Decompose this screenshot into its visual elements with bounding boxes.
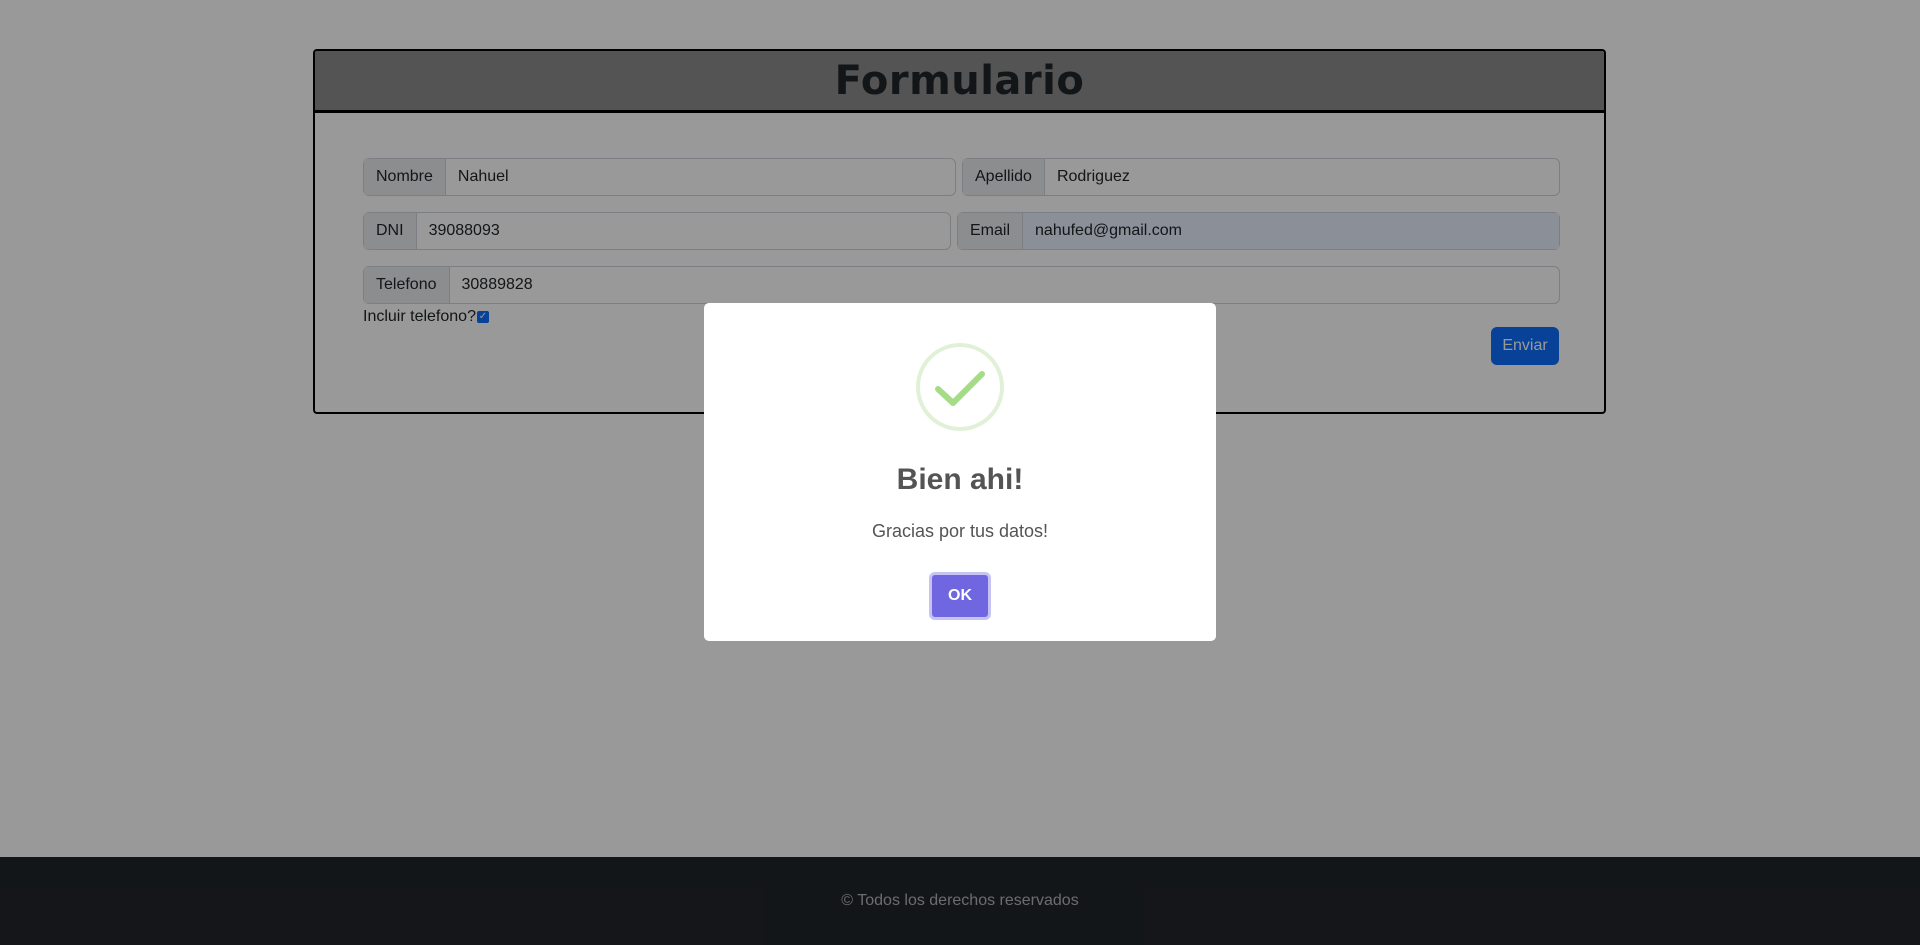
success-modal: Bien ahi! Gracias por tus datos! OK — [704, 303, 1216, 641]
ok-button[interactable]: OK — [929, 572, 991, 620]
modal-backdrop[interactable]: Bien ahi! Gracias por tus datos! OK — [0, 0, 1920, 945]
modal-text: Gracias por tus datos! — [871, 521, 1049, 541]
check-mark-icon — [935, 371, 985, 406]
modal-title: Bien ahi! — [896, 463, 1024, 496]
success-check-icon — [916, 343, 1004, 431]
